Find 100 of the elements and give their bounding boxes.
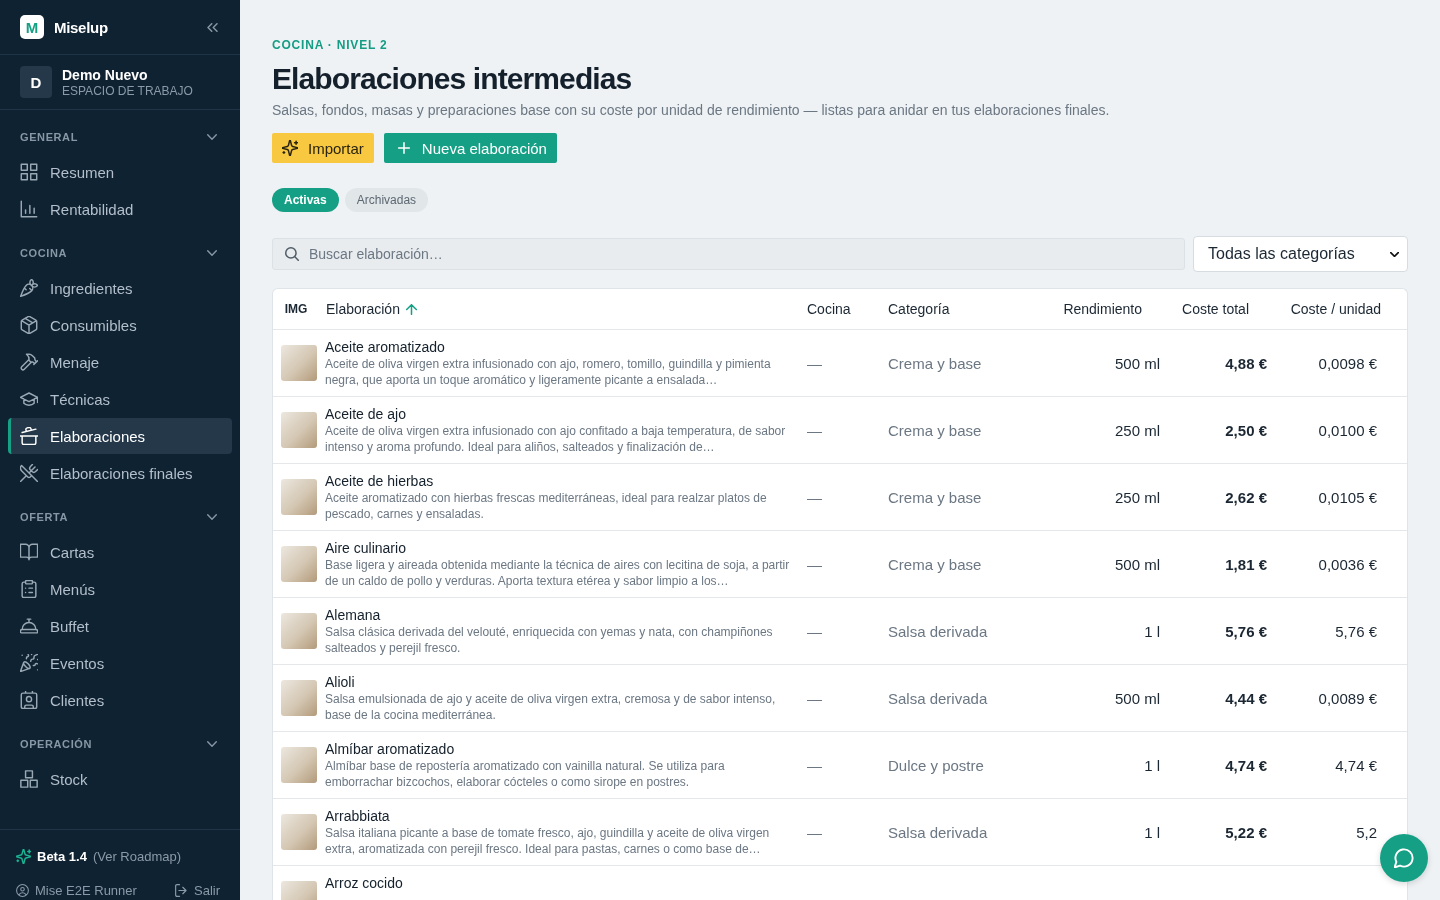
page-subtitle: Salsas, fondos, masas y preparaciones base con su coste por unidad de rendimiento — listas para anidar en tus elaboraciones finales. (272, 101, 1110, 120)
kitchen-cell: — (807, 823, 822, 841)
category-cell: Salsa derivada (888, 689, 988, 707)
category-cell: Salsa derivada (888, 622, 988, 640)
total-cost-cell: 5,22 € (1225, 823, 1267, 841)
recipe-name[interactable]: Alioli (325, 674, 792, 691)
nav-item[interactable]: Menús (8, 571, 232, 607)
column-header[interactable]: Elaboración (319, 289, 800, 329)
filter-tab[interactable]: Archivadas (344, 188, 429, 212)
chat-bubble-icon (1394, 848, 1414, 868)
category-cell: Crema y base (888, 421, 982, 439)
photo-placeholder (281, 345, 317, 381)
recipe-description: Aceite aromatizado con hierbas frescas mediterráneas, ideal para realzar platos de pescado, carnes y ensaladas. (325, 490, 768, 522)
section-header[interactable]: OFERTA (0, 501, 240, 533)
recipe-description: Salsa italiana picante a base de tomate fresco, ajo, guindilla y aceite de oliva virgen extra, aromatizada con perejil fresco. Ideal para pastas, carnes o como base de… (325, 825, 771, 857)
total-cost-cell: 2,50 € (1225, 421, 1267, 439)
category-cell: Crema y base (888, 488, 982, 506)
double-chevron-icon[interactable] (207, 22, 218, 32)
search-field[interactable]: Buscar elaboración… (272, 238, 1185, 270)
total-cost-cell: 4,74 € (1225, 756, 1267, 774)
nav-item[interactable]: Clientes (8, 682, 232, 718)
nav-item[interactable]: Rentabilidad (8, 191, 232, 227)
recipe-description: Salsa emulsionada de ajo y aceite de oliva virgen extra, cremosa y de sabor intenso, base de la cocina mediterránea. (325, 691, 777, 723)
nav-item[interactable]: Resumen (8, 154, 232, 190)
book-icon (20, 543, 38, 561)
kitchen-cell: — (807, 756, 822, 774)
nav-item[interactable]: Eventos (8, 645, 232, 681)
photo-placeholder (281, 546, 317, 582)
kitchen-cell: — (807, 689, 822, 707)
version-label: Beta 1.4 (37, 848, 87, 864)
column-header[interactable]: Coste total (1168, 289, 1275, 329)
utensils-crossed-icon (20, 464, 38, 482)
roadmap-link[interactable]: (Ver Roadmap) (92, 848, 182, 864)
breadcrumb: COCINA · NIVEL 2 (272, 38, 388, 52)
unit-cost-cell: 0,0098 € (1318, 354, 1377, 372)
workspace-label: ESPACIO DE TRABAJO (62, 84, 193, 99)
nav-item[interactable]: Ingredientes (8, 270, 232, 306)
recipe-name[interactable]: Alemana (325, 607, 792, 624)
total-cost-cell: 4,88 € (1225, 354, 1267, 372)
search-icon (285, 247, 299, 261)
nav-item[interactable]: Menaje (8, 344, 232, 380)
recipe-description: Aceite de oliva virgen extra infusionado con ajo confitado a baja temperatura, de sabor intenso y aroma profundo. Ideal para aliños, salteados y finalización de… (325, 423, 787, 455)
photo-placeholder (281, 680, 317, 716)
page-title: Elaboraciones intermedias (272, 61, 632, 97)
hammer-icon (20, 353, 38, 371)
nav-item[interactable]: Elaboraciones (8, 418, 232, 454)
carrot-icon (20, 279, 38, 297)
recipe-name[interactable]: Almíbar aromatizado (325, 741, 792, 758)
chat-button[interactable] (1380, 834, 1428, 882)
photo-placeholder (281, 613, 317, 649)
total-cost-cell: 2,62 € (1225, 488, 1267, 506)
recipe-name[interactable]: Aceite de hierbas (325, 473, 792, 490)
yield-cell: 1 l (1144, 622, 1160, 640)
category-cell: Salsa derivada (888, 823, 988, 841)
import-button[interactable]: Importar (272, 133, 374, 163)
recipe-name[interactable]: Arroz cocido (325, 875, 792, 892)
unit-cost-cell: 0,0036 € (1318, 555, 1377, 573)
yield-cell: 250 ml (1114, 488, 1160, 506)
nav-item[interactable]: Cartas (8, 534, 232, 570)
unit-cost-cell: 5,76 € (1335, 622, 1377, 640)
bar-chart-icon (20, 200, 38, 218)
workspace-avatar: D (20, 66, 52, 98)
brand-name: Miselup (54, 18, 108, 36)
column-header[interactable]: Coste / unidad (1275, 289, 1407, 329)
section-header[interactable]: GENERAL (0, 121, 240, 153)
nav-item[interactable]: Stock (8, 761, 232, 797)
arrow-up-icon (405, 303, 417, 315)
logout-button[interactable]: Salir (175, 882, 224, 898)
chevron-down-icon (1390, 251, 1399, 257)
nav-item[interactable]: Elaboraciones finales (8, 455, 232, 491)
sparkles-icon (16, 848, 31, 864)
cooking-pot-icon (20, 427, 38, 445)
section-header[interactable]: COCINA (0, 237, 240, 269)
section-header[interactable]: OPERACIÓN (0, 728, 240, 760)
column-header[interactable]: Cocina (800, 289, 881, 329)
total-cost-cell: 5,76 € (1225, 622, 1267, 640)
recipe-name[interactable]: Arrabbiata (325, 808, 792, 825)
column-header[interactable]: Categoría (881, 289, 1040, 329)
package-icon (20, 316, 38, 334)
nav-item[interactable]: Técnicas (8, 381, 232, 417)
yield-cell: 500 ml (1114, 555, 1160, 573)
column-header[interactable]: Rendimiento (1040, 289, 1168, 329)
recipe-name[interactable]: Aceite de ajo (325, 406, 792, 423)
kitchen-cell: — (807, 555, 822, 573)
kitchen-cell: — (807, 354, 822, 372)
kitchen-cell: — (807, 622, 822, 640)
contact-card-icon (20, 691, 38, 709)
clipboard-icon (20, 580, 38, 598)
recipe-name[interactable]: Aceite aromatizado (325, 339, 792, 356)
nav-item[interactable]: Buffet (8, 608, 232, 644)
photo-placeholder (281, 814, 317, 850)
recipe-description: Base ligera y aireada obtenida mediante la técnica de aires con lecitina de soja, a partir de un caldo de pollo y verduras. Aporta textura etérea y sabor limpio a los… (325, 557, 791, 589)
nav-item[interactable]: Consumibles (8, 307, 232, 343)
total-cost-cell: 1,81 € (1225, 555, 1267, 573)
logo-mark: M (20, 15, 44, 39)
category-select[interactable]: Todas las categorías (1193, 236, 1408, 272)
column-header[interactable]: IMG (273, 289, 319, 329)
unit-cost-cell: 0,0089 € (1318, 689, 1377, 707)
recipe-name[interactable]: Aire culinario (325, 540, 792, 557)
yield-cell: 500 ml (1114, 689, 1160, 707)
